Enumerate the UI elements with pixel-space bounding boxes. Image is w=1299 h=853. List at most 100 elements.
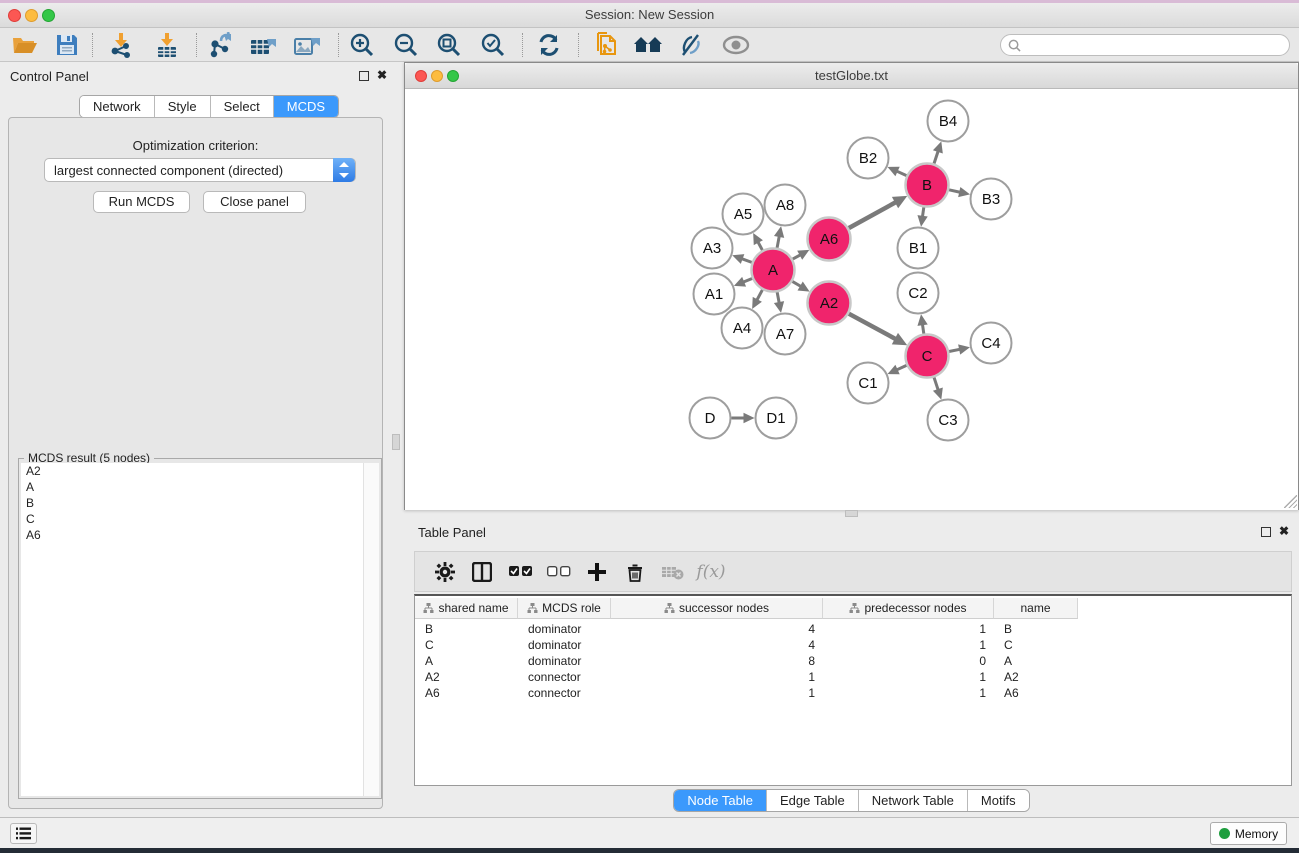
column-header-successor-nodes[interactable]: successor nodes — [611, 598, 823, 619]
delete-column-trash-icon[interactable] — [620, 558, 650, 586]
eye-icon[interactable] — [719, 31, 753, 59]
export-network-icon[interactable] — [204, 31, 238, 59]
search-input[interactable] — [1021, 38, 1289, 52]
show-columns-icon[interactable] — [467, 558, 497, 586]
list-icon — [16, 827, 31, 840]
table-row[interactable]: Adominator80A — [415, 653, 1078, 669]
svg-text:A: A — [768, 262, 778, 279]
graph-node-C2[interactable]: C2 — [898, 273, 939, 314]
network-document-icon[interactable] — [590, 31, 624, 59]
horizontal-divider-grip[interactable] — [845, 510, 858, 517]
run-mcds-button[interactable]: Run MCDS — [93, 191, 190, 213]
deselect-all-checkboxes-icon[interactable] — [544, 558, 574, 586]
graph-node-A6[interactable]: A6 — [808, 218, 851, 261]
tab-select[interactable]: Select — [211, 96, 274, 117]
column-header-MCDS-role[interactable]: MCDS role — [518, 598, 611, 619]
table-row[interactable]: A6connector11A6 — [415, 685, 1078, 701]
open-folder-icon[interactable] — [8, 31, 42, 59]
column-header-name[interactable]: name — [994, 598, 1078, 619]
edge-A2-C[interactable] — [849, 314, 897, 340]
graph-node-A8[interactable]: A8 — [765, 185, 806, 226]
refresh-icon[interactable] — [532, 31, 566, 59]
close-panel-button[interactable]: Close panel — [203, 191, 306, 213]
graph-node-B[interactable]: B — [906, 164, 949, 207]
mcds-result-item[interactable]: A6 — [21, 527, 365, 543]
graph-node-C[interactable]: C — [906, 335, 949, 378]
mcds-result-list[interactable]: A2ABCA6 — [21, 463, 365, 796]
mcds-result-item[interactable]: A2 — [21, 463, 365, 479]
tab-node-table[interactable]: Node Table — [674, 790, 767, 811]
table-cell: A6 — [994, 685, 1078, 701]
zoom-fit-icon[interactable] — [432, 31, 466, 59]
mcds-result-item[interactable]: C — [21, 511, 365, 527]
select-all-checkboxes-icon[interactable] — [506, 558, 536, 586]
zoom-selected-icon[interactable] — [476, 31, 510, 59]
close-panel-icon[interactable]: ✖ — [377, 68, 387, 82]
graph-node-D[interactable]: D — [690, 398, 731, 439]
fx-label: f(x) — [696, 562, 725, 582]
add-column-icon[interactable] — [582, 558, 612, 586]
table-settings-gear-icon[interactable] — [430, 558, 460, 586]
graph-node-A5[interactable]: A5 — [723, 194, 764, 235]
export-image-icon[interactable] — [290, 31, 324, 59]
graph-node-A4[interactable]: A4 — [722, 308, 763, 349]
graph-node-C1[interactable]: C1 — [848, 363, 889, 404]
tab-motifs[interactable]: Motifs — [968, 790, 1029, 811]
graph-node-C4[interactable]: C4 — [971, 323, 1012, 364]
vertical-divider-grip[interactable] — [392, 434, 400, 450]
graph-node-C3[interactable]: C3 — [928, 400, 969, 441]
edge-A6-B[interactable] — [849, 202, 897, 228]
memory-button[interactable]: Memory — [1210, 822, 1287, 845]
graph-node-B4[interactable]: B4 — [928, 101, 969, 142]
network-view-window: testGlobe.txt AA1A2A3A4A5A6A7A8BB1B2B3B4… — [404, 62, 1299, 510]
table-float-panel-icon[interactable] — [1261, 527, 1271, 537]
window-title: Session: New Session — [0, 7, 1299, 22]
mcds-list-scrollbar[interactable] — [363, 463, 379, 796]
table-row[interactable]: Cdominator41C — [415, 637, 1078, 653]
import-network-icon[interactable] — [104, 31, 138, 59]
zoom-out-icon[interactable] — [389, 31, 423, 59]
export-table-icon[interactable] — [246, 31, 280, 59]
table-close-panel-icon[interactable]: ✖ — [1279, 524, 1289, 538]
graph-node-A2[interactable]: A2 — [808, 282, 851, 325]
edge-C-C3[interactable] — [934, 377, 938, 391]
home-pair-icon[interactable] — [631, 31, 665, 59]
search-field[interactable] — [1000, 34, 1290, 56]
column-header-shared-name[interactable]: shared name — [415, 598, 518, 619]
tab-mcds[interactable]: MCDS — [274, 96, 338, 117]
float-panel-icon[interactable] — [359, 71, 369, 81]
control-panel: Control Panel ✖ NetworkStyleSelectMCDS O… — [0, 62, 390, 817]
table-row[interactable]: Bdominator41B — [415, 621, 1078, 637]
column-header-label: shared name — [438, 601, 508, 615]
optimization-dropdown[interactable]: largest connected component (directed) — [44, 158, 356, 182]
mcds-result-item[interactable]: B — [21, 495, 365, 511]
tab-network[interactable]: Network — [80, 96, 155, 117]
network-canvas[interactable]: A A1 A2 A3 A4 A5 A6 A7 A8 B B1 B2 B3B4 C C1 C2 C3C4 D D1 — [405, 89, 1298, 510]
hide-graphics-details-icon[interactable] — [674, 31, 708, 59]
save-icon[interactable] — [50, 31, 84, 59]
column-header-predecessor-nodes[interactable]: predecessor nodes — [823, 598, 994, 619]
graph-node-A7[interactable]: A7 — [765, 314, 806, 355]
graph-node-A1[interactable]: A1 — [694, 274, 735, 315]
delete-table-icon[interactable] — [658, 558, 688, 586]
graph-node-B1[interactable]: B1 — [898, 228, 939, 269]
edge-B-B4[interactable] — [934, 150, 938, 164]
mcds-result-item[interactable]: A — [21, 479, 365, 495]
graph-node-B2[interactable]: B2 — [848, 138, 889, 179]
graph-node-B3[interactable]: B3 — [971, 179, 1012, 220]
zoom-in-icon[interactable] — [345, 31, 379, 59]
table-cell: 1 — [823, 669, 994, 685]
task-history-button[interactable] — [10, 823, 37, 844]
graph-node-A3[interactable]: A3 — [692, 228, 733, 269]
table-cell: dominator — [518, 637, 611, 653]
svg-text:A7: A7 — [776, 326, 794, 343]
tab-network-table[interactable]: Network Table — [859, 790, 968, 811]
tab-style[interactable]: Style — [155, 96, 211, 117]
window-resize-grip[interactable] — [1284, 495, 1297, 508]
graph-node-D1[interactable]: D1 — [756, 398, 797, 439]
network-graph[interactable]: A A1 A2 A3 A4 A5 A6 A7 A8 B B1 B2 B3B4 C C1 C2 C3C4 D D1 — [405, 89, 1298, 510]
tab-edge-table[interactable]: Edge Table — [767, 790, 859, 811]
graph-node-A[interactable]: A — [752, 249, 795, 292]
import-table-icon[interactable] — [150, 31, 184, 59]
table-row[interactable]: A2connector11A2 — [415, 669, 1078, 685]
